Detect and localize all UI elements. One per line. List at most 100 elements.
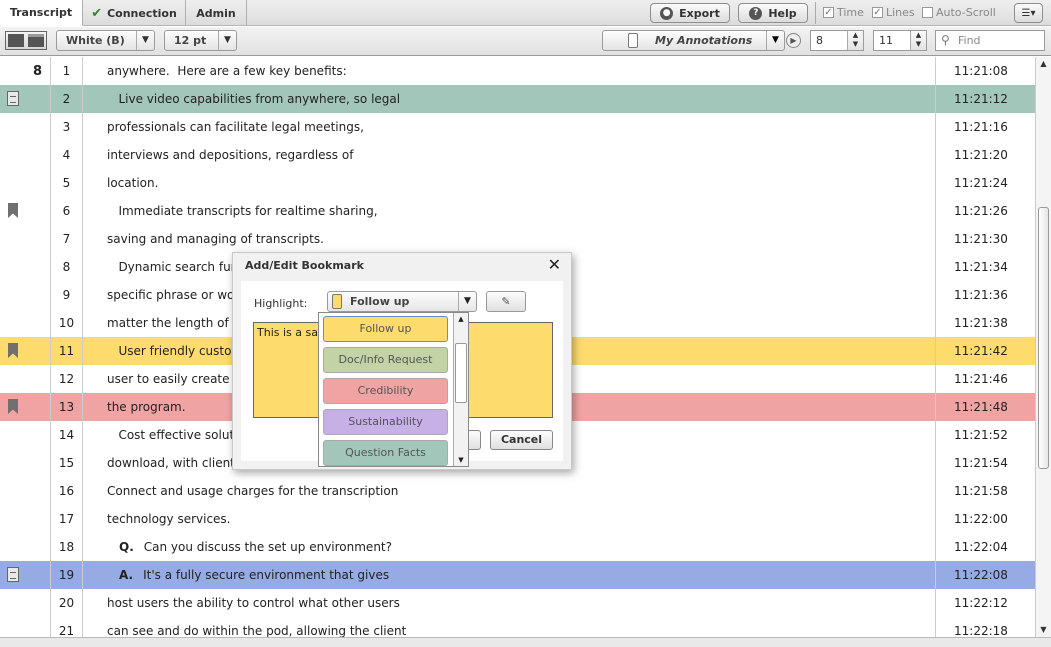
column-divider: [935, 561, 936, 589]
tab-transcript[interactable]: Transcript: [0, 0, 83, 26]
line-text: Cost effective solutio: [107, 428, 245, 442]
transcript-row[interactable]: 7 saving and managing of transcripts. 11:2…: [0, 225, 1035, 253]
column-divider: [82, 113, 83, 141]
autoscroll-checkbox[interactable]: [922, 7, 933, 18]
time-checkbox[interactable]: ✓: [823, 7, 834, 18]
next-annotation-icon[interactable]: ▶: [786, 33, 801, 48]
scroll-up-icon[interactable]: ▲: [454, 313, 468, 325]
line-text: It's a fully secure environment that giv…: [143, 568, 390, 582]
layout-toggle[interactable]: [5, 31, 47, 50]
font-size-select[interactable]: 12 pt ▼: [164, 30, 237, 51]
timestamp: 11:22:00: [954, 512, 1008, 526]
highlight-label: Highlight:: [254, 297, 308, 310]
column-divider: [935, 253, 936, 281]
line-text: host users the ability to control what o…: [107, 596, 400, 610]
cancel-button[interactable]: Cancel: [490, 430, 553, 450]
column-divider: [82, 253, 83, 281]
export-button[interactable]: ● Export: [650, 3, 730, 23]
line-number: 19: [58, 568, 75, 582]
column-divider: [935, 337, 936, 365]
edit-highlight-button[interactable]: ✎: [486, 291, 526, 312]
menu-button[interactable]: ☰▾: [1014, 3, 1043, 23]
page-spinner[interactable]: 8 ▲ ▼: [810, 30, 864, 51]
dropdown-option[interactable]: Question Facts: [323, 440, 448, 466]
transcript-row[interactable]: 17 technology services. 11:22:00: [0, 505, 1035, 533]
scroll-down-icon[interactable]: ▼: [454, 454, 468, 466]
scroll-up-icon[interactable]: ▲: [1036, 57, 1051, 71]
tab-admin-label: Admin: [196, 6, 236, 20]
transcript-row[interactable]: 19 A. It's a fully secure environment that…: [0, 561, 1035, 589]
transcript-row[interactable]: 16 Connect and usage charges for the tran…: [0, 477, 1035, 505]
dropdown-option[interactable]: Doc/Info Request: [323, 347, 448, 373]
dropdown-option[interactable]: Sustainability: [323, 409, 448, 435]
timestamp: 11:21:52: [954, 428, 1008, 442]
tab-connection[interactable]: ✔ Connection: [83, 0, 186, 26]
line-number: 14: [58, 428, 75, 442]
color-swatch-icon: [628, 33, 638, 48]
note-icon[interactable]: [7, 567, 19, 582]
row-gutter: [0, 617, 51, 637]
dropdown-option[interactable]: Follow up: [323, 316, 448, 342]
note-icon[interactable]: [7, 91, 19, 106]
tab-admin[interactable]: Admin: [186, 0, 247, 26]
line-text: interviews and depositions, regardless o…: [107, 148, 354, 162]
row-gutter: [0, 169, 51, 197]
transcript-text: interviews and depositions, regardless o…: [107, 148, 353, 162]
row-gutter: [0, 589, 51, 617]
scroll-thumb[interactable]: [455, 343, 467, 403]
scroll-down-icon[interactable]: ▼: [1036, 623, 1051, 637]
column-divider: [935, 57, 936, 85]
line-text: user to easily create an: [107, 372, 249, 386]
transcript-row[interactable]: 21 can see and do within the pod, allowin…: [0, 617, 1035, 637]
dropdown-option[interactable]: Credibility: [323, 378, 448, 404]
line-number: 3: [62, 120, 71, 134]
transcript-text: Dynamic search func: [107, 260, 244, 274]
transcript-row[interactable]: 2 Live video capabilities from anywhere,…: [0, 85, 1035, 113]
scroll-thumb[interactable]: [1038, 207, 1049, 469]
checkmark-icon: ✔: [91, 5, 103, 21]
transcript-text: Q. Can you discuss the set up environment…: [119, 540, 392, 554]
transcript-row[interactable]: 18 Q. Can you discuss the set up environme…: [0, 533, 1035, 561]
highlight-select[interactable]: Follow up ▼: [327, 291, 477, 312]
column-divider: [935, 589, 936, 617]
row-gutter: [0, 141, 51, 169]
spinner-arrows-icon[interactable]: ▲ ▼: [910, 31, 926, 50]
column-divider: [82, 561, 83, 589]
column-divider: [935, 113, 936, 141]
timestamp: 11:21:08: [954, 64, 1008, 78]
close-icon[interactable]: ✕: [548, 255, 561, 274]
highlight-value: Follow up: [350, 295, 410, 308]
line-text: saving and managing of transcripts.: [107, 232, 324, 246]
timestamp: 11:22:12: [954, 596, 1008, 610]
find-field[interactable]: ⚲ Find: [935, 30, 1045, 51]
transcript-row[interactable]: 8 1 anywhere. Here are a few key benefits:…: [0, 57, 1035, 85]
transcript-scrollbar[interactable]: ▲ ▼: [1035, 57, 1051, 637]
line-text: the program.: [107, 400, 186, 414]
help-button[interactable]: ? Help: [738, 3, 808, 23]
transcript-text: technology services.: [107, 512, 231, 526]
chevron-down-icon: ▼: [766, 31, 784, 50]
autoscroll-toggle[interactable]: Auto-Scroll: [922, 6, 996, 19]
line-spinner[interactable]: 11 ▲ ▼: [873, 30, 927, 51]
lines-checkbox[interactable]: ✓: [872, 7, 883, 18]
annotation-select[interactable]: My Annotations ▼: [602, 30, 785, 51]
dropdown-scrollbar[interactable]: ▲ ▼: [453, 313, 468, 466]
theme-select[interactable]: White (B) ▼: [56, 30, 155, 51]
column-divider: [935, 197, 936, 225]
line-text: specific phrase or word: [107, 288, 247, 302]
lines-toggle[interactable]: ✓ Lines: [872, 6, 915, 19]
autoscroll-label: Auto-Scroll: [936, 6, 996, 19]
transcript-text: download, with clients: [107, 456, 241, 470]
transcript-row[interactable]: 4 interviews and depositions, regardless …: [0, 141, 1035, 169]
transcript-row[interactable]: 6 Immediate transcripts for realtime sha…: [0, 197, 1035, 225]
line-text: User friendly customi: [107, 344, 247, 358]
line-number: 7: [62, 232, 71, 246]
transcript-row[interactable]: 5 location. 11:21:24: [0, 169, 1035, 197]
line-number: 10: [58, 316, 75, 330]
transcript-row[interactable]: 20 host users the ability to control what…: [0, 589, 1035, 617]
transcript-text: location.: [107, 176, 158, 190]
transcript-row[interactable]: 3 professionals can facilitate legal meet…: [0, 113, 1035, 141]
spinner-arrows-icon[interactable]: ▲ ▼: [847, 31, 863, 50]
row-gutter: [0, 197, 51, 225]
time-toggle[interactable]: ✓ Time: [823, 6, 864, 19]
